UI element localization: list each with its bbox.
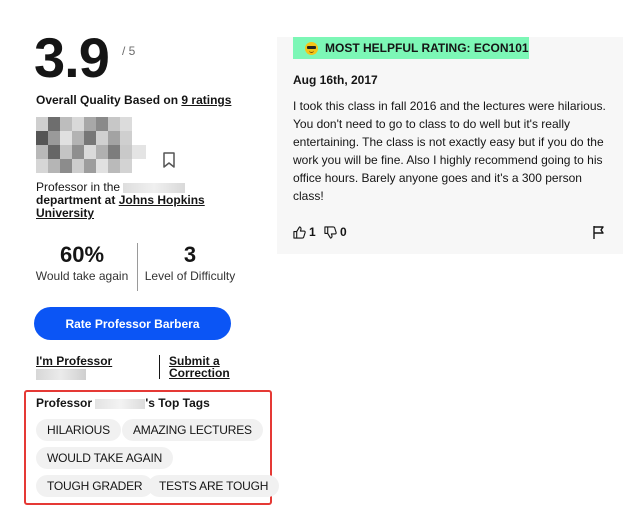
flag-icon[interactable] <box>592 225 606 240</box>
would-take-again-label: Would take again <box>35 269 129 283</box>
professor-name-redacted-small <box>95 398 146 409</box>
most-helpful-label: MOST HELPFUL RATING: ECON101 <box>325 41 529 55</box>
thumbs-down-count: 0 <box>340 225 347 239</box>
review-text: I took this class in fall 2016 and the l… <box>293 99 606 203</box>
tag-amazing-lectures: AMAZING LECTURES <box>122 419 263 441</box>
tag-would-take-again: WOULD TAKE AGAIN <box>36 447 174 469</box>
professor-name-redacted <box>36 117 146 173</box>
tag-hilarious: HILARIOUS <box>36 419 121 441</box>
department-prefix: Professor in the <box>36 180 121 194</box>
review-date: Aug 16th, 2017 <box>293 73 378 87</box>
bookmark-icon[interactable] <box>162 152 176 168</box>
professor-lastname-redacted <box>36 369 86 380</box>
top-tags-title-suffix: 's Top Tags <box>145 396 210 410</box>
tag-tests-are-tough: TESTS ARE TOUGH <box>148 475 280 497</box>
ratings-count-link[interactable]: 9 ratings <box>181 93 231 107</box>
sunglasses-emoji-icon <box>305 41 318 55</box>
department-mid-text: department at <box>36 193 116 207</box>
overall-rating-value: 3.9 <box>34 26 110 89</box>
stat-divider <box>137 243 138 291</box>
would-take-again-stat: 60% Would take again <box>34 242 130 284</box>
thumbs-up-icon <box>293 225 306 239</box>
top-tags-title-prefix: Professor <box>36 396 93 410</box>
im-professor-link[interactable]: I'm Professor <box>36 355 148 380</box>
department-info: Professor in the department at Johns Hop… <box>36 181 226 220</box>
would-take-again-value: 60% <box>59 242 105 267</box>
difficulty-value: 3 <box>183 242 197 267</box>
links-divider <box>159 355 160 379</box>
rate-professor-button[interactable]: Rate Professor Barbera <box>34 307 231 340</box>
tag-tough-grader: TOUGH GRADER <box>36 475 154 497</box>
submit-correction-link[interactable]: Submit a Correction <box>169 355 249 379</box>
thumbs-down-icon <box>324 225 337 239</box>
im-professor-label[interactable]: I'm Professor <box>36 354 112 368</box>
difficulty-label: Level of Difficulty <box>144 269 236 283</box>
overall-quality-line: Overall Quality Based on 9 ratings <box>36 93 231 107</box>
thumbs-up-count: 1 <box>309 225 316 239</box>
department-name-redacted <box>123 182 186 193</box>
rating-denominator: / 5 <box>122 44 136 58</box>
thumbs-down-button[interactable]: 0 <box>324 225 347 239</box>
top-tags-title: Professor 's Top Tags <box>36 396 210 410</box>
difficulty-stat: 3 Level of Difficulty <box>144 242 236 284</box>
most-helpful-badge: MOST HELPFUL RATING: ECON101 <box>293 37 529 59</box>
overall-quality-label: Overall Quality Based on <box>36 93 182 107</box>
thumbs-up-button[interactable]: 1 <box>293 225 316 239</box>
